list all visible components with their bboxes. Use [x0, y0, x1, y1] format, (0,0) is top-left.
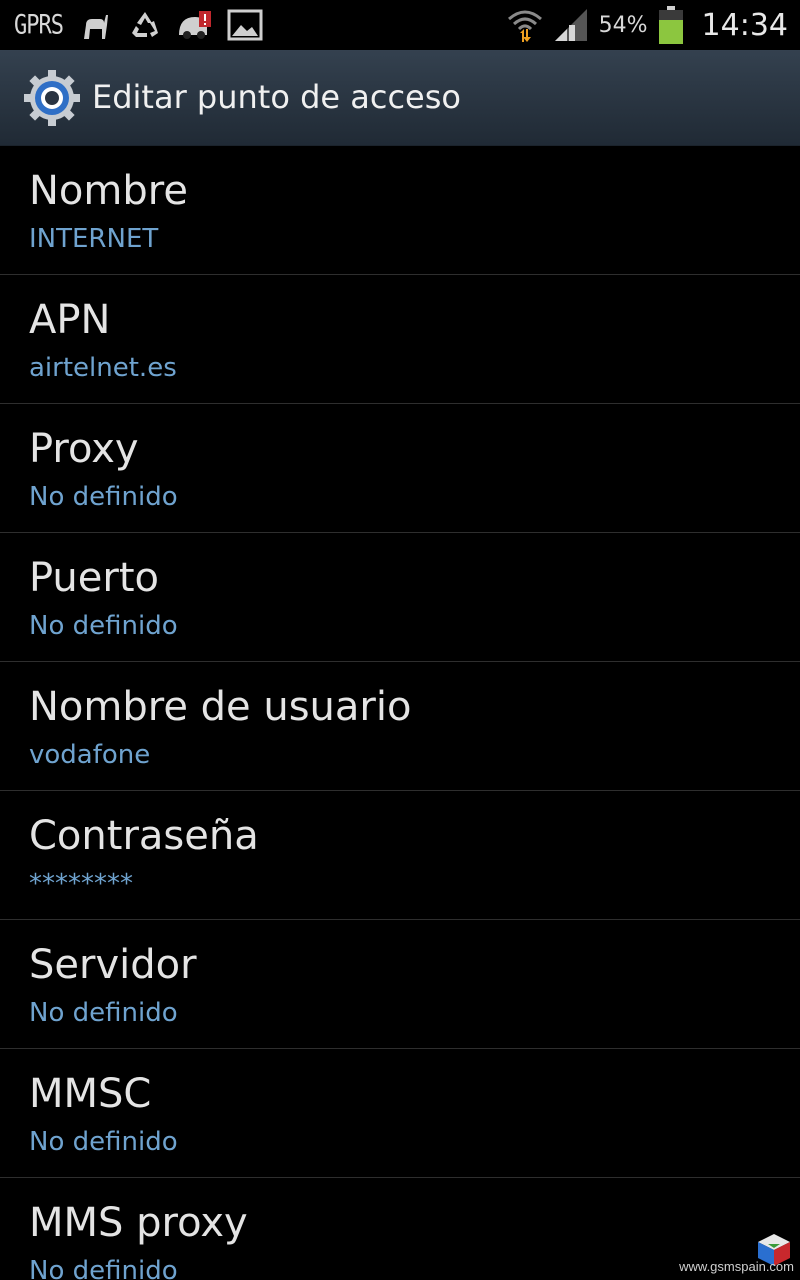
action-bar: Editar punto de acceso [0, 50, 800, 146]
status-bar: GPRS 54% 14:34 [0, 0, 800, 50]
watermark: www.gsmspain.com [668, 1232, 798, 1276]
settings-gear-icon[interactable] [22, 68, 82, 128]
item-value: ******** [29, 869, 133, 899]
item-title: Servidor [29, 942, 197, 988]
clock: 14:34 [701, 7, 788, 43]
item-title: Contraseña [29, 813, 259, 859]
network-type-label: GPRS [14, 9, 64, 40]
battery-percent: 54% [598, 12, 648, 38]
item-title: Puerto [29, 555, 159, 601]
list-item-contrasena[interactable]: Contraseña ******** [0, 791, 800, 920]
item-title: Nombre de usuario [29, 684, 412, 730]
item-value: No definido [29, 1127, 178, 1157]
apn-settings-list: Nombre INTERNET APN airtelnet.es Proxy N… [0, 146, 800, 1280]
battery-icon [658, 6, 684, 44]
item-value: No definido [29, 998, 178, 1028]
item-title: Nombre [29, 168, 188, 214]
item-value: No definido [29, 611, 178, 641]
list-item-puerto[interactable]: Puerto No definido [0, 533, 800, 662]
list-item-nombre[interactable]: Nombre INTERNET [0, 146, 800, 275]
item-title: APN [29, 297, 111, 343]
speedometer-alert-icon [177, 8, 213, 42]
item-value: vodafone [29, 740, 151, 770]
item-value: INTERNET [29, 224, 159, 254]
status-right-icons: 54% 14:34 [507, 4, 788, 46]
list-item-apn[interactable]: APN airtelnet.es [0, 275, 800, 404]
item-title: MMSC [29, 1071, 152, 1117]
list-item-proxy[interactable]: Proxy No definido [0, 404, 800, 533]
android-icon [77, 8, 113, 42]
item-value: No definido [29, 1256, 178, 1280]
list-item-mmsc[interactable]: MMSC No definido [0, 1049, 800, 1178]
watermark-text: www.gsmspain.com [679, 1259, 794, 1274]
image-icon [227, 8, 263, 42]
page-title: Editar punto de acceso [92, 78, 461, 116]
item-value: airtelnet.es [29, 353, 177, 383]
signal-icon [553, 8, 589, 42]
list-item-nombre-de-usuario[interactable]: Nombre de usuario vodafone [0, 662, 800, 791]
item-value: No definido [29, 482, 178, 512]
item-title: Proxy [29, 426, 139, 472]
status-left-icons: GPRS [14, 6, 263, 44]
item-title: MMS proxy [29, 1200, 248, 1246]
wifi-icon [507, 8, 543, 42]
list-item-servidor[interactable]: Servidor No definido [0, 920, 800, 1049]
recycle-icon [127, 8, 163, 42]
